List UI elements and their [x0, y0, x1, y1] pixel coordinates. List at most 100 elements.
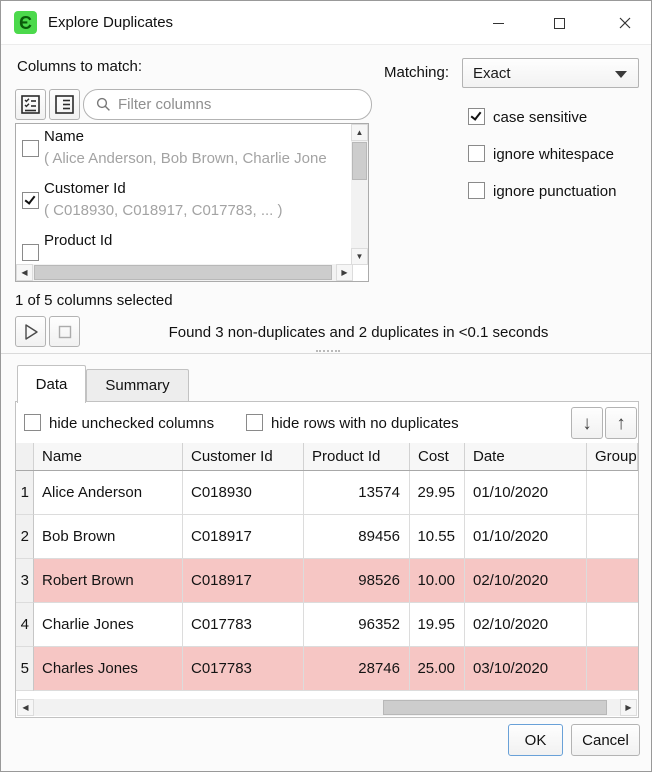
cell-name[interactable]: Bob Brown: [34, 515, 183, 559]
cell-customer-id[interactable]: C018930: [183, 471, 304, 515]
maximize-button[interactable]: [539, 8, 579, 38]
product-id-column-checkbox[interactable]: [22, 244, 39, 261]
cell-name[interactable]: Charles Jones: [34, 647, 183, 691]
cancel-button[interactable]: Cancel: [571, 724, 640, 756]
cell-product-id[interactable]: 96352: [304, 603, 410, 647]
check-all-icon: [21, 95, 40, 114]
scroll-left-icon[interactable]: [16, 264, 33, 281]
hide-unchecked-columns-label[interactable]: hide unchecked columns: [49, 415, 214, 432]
cell-group[interactable]: [587, 515, 638, 559]
cell-product-id[interactable]: 13574: [304, 471, 410, 515]
filter-columns-input[interactable]: [118, 96, 348, 113]
check-all-columns-button[interactable]: [15, 89, 46, 120]
close-button[interactable]: [605, 8, 645, 38]
ignore-punctuation-checkbox[interactable]: [468, 182, 485, 199]
cell-cost[interactable]: 19.95: [410, 603, 465, 647]
cell-customer-id[interactable]: C017783: [183, 647, 304, 691]
scroll-up-icon[interactable]: [351, 124, 368, 141]
customer-id-column-checkbox[interactable]: [22, 192, 39, 209]
row-number[interactable]: 4: [16, 603, 34, 647]
data-tab-panel: hide unchecked columns hide rows with no…: [15, 401, 639, 718]
move-down-button[interactable]: [571, 407, 603, 439]
case-sensitive-checkbox[interactable]: [468, 108, 485, 125]
cell-product-id[interactable]: 28746: [304, 647, 410, 691]
cell-cost[interactable]: 25.00: [410, 647, 465, 691]
row-number[interactable]: 5: [16, 647, 34, 691]
cell-customer-id[interactable]: C018917: [183, 559, 304, 603]
cell-customer-id[interactable]: C017783: [183, 603, 304, 647]
maximize-icon: [554, 18, 565, 29]
ignore-whitespace-checkbox[interactable]: [468, 145, 485, 162]
scrollbar-thumb[interactable]: [34, 265, 332, 280]
table-horizontal-scrollbar[interactable]: [17, 699, 637, 716]
cell-name[interactable]: Charlie Jones: [34, 603, 183, 647]
cell-date[interactable]: 01/10/2020: [465, 515, 587, 559]
case-sensitive-label[interactable]: case sensitive: [493, 109, 587, 126]
header-name[interactable]: Name: [34, 443, 183, 470]
scroll-right-icon[interactable]: [336, 264, 353, 281]
cell-cost[interactable]: 10.00: [410, 559, 465, 603]
cell-date[interactable]: 01/10/2020: [465, 471, 587, 515]
cell-group[interactable]: [587, 647, 638, 691]
minimize-button[interactable]: [478, 8, 518, 38]
filter-columns-field[interactable]: [83, 89, 372, 120]
name-column-checkbox[interactable]: [22, 140, 39, 157]
column-sample-values: ( Alice Anderson, Bob Brown, Charlie Jon…: [44, 150, 327, 167]
run-button[interactable]: [15, 316, 46, 347]
list-horizontal-scrollbar[interactable]: [16, 264, 353, 281]
table-row-duplicate: 3 Robert Brown C018917 98526 10.00 02/10…: [16, 559, 638, 603]
cell-date[interactable]: 02/10/2020: [465, 603, 587, 647]
cell-name[interactable]: Alice Anderson: [34, 471, 183, 515]
row-number[interactable]: 3: [16, 559, 34, 603]
row-number[interactable]: 2: [16, 515, 34, 559]
scroll-left-icon[interactable]: [17, 699, 34, 716]
list-vertical-scrollbar[interactable]: [351, 124, 368, 265]
tab-data[interactable]: Data: [17, 365, 86, 403]
column-name: Product Id: [44, 232, 112, 249]
cell-group[interactable]: [587, 603, 638, 647]
scroll-right-icon[interactable]: [620, 699, 637, 716]
header-customer-id[interactable]: Customer Id: [183, 443, 304, 470]
scrollbar-thumb[interactable]: [383, 700, 607, 715]
header-date[interactable]: Date: [465, 443, 587, 470]
hide-rows-no-duplicates-checkbox[interactable]: [246, 414, 263, 431]
cell-cost[interactable]: 10.55: [410, 515, 465, 559]
row-number[interactable]: 1: [16, 471, 34, 515]
splitter-handle-icon[interactable]: [316, 350, 340, 352]
matching-dropdown[interactable]: Exact: [462, 58, 639, 88]
app-logo-icon: Є: [14, 11, 37, 34]
scroll-down-icon[interactable]: [351, 248, 368, 265]
uncheck-all-columns-button[interactable]: [49, 89, 80, 120]
list-item-name[interactable]: Name ( Alice Anderson, Bob Brown, Charli…: [16, 128, 351, 176]
cell-group[interactable]: [587, 559, 638, 603]
stop-button[interactable]: [49, 316, 80, 347]
move-up-button[interactable]: [605, 407, 637, 439]
ignore-punctuation-label[interactable]: ignore punctuation: [493, 183, 616, 200]
tab-summary[interactable]: Summary: [86, 369, 189, 402]
ignore-whitespace-label[interactable]: ignore whitespace: [493, 146, 614, 163]
column-name: Customer Id: [44, 180, 126, 197]
cell-customer-id[interactable]: C018917: [183, 515, 304, 559]
cell-date[interactable]: 03/10/2020: [465, 647, 587, 691]
hide-unchecked-columns-checkbox[interactable]: [24, 414, 41, 431]
header-cost[interactable]: Cost: [410, 443, 465, 470]
splitter-divider[interactable]: [1, 353, 652, 354]
tab-label: Summary: [105, 377, 169, 394]
header-group[interactable]: Group: [587, 443, 638, 470]
columns-to-match-label: Columns to match:: [17, 58, 142, 75]
matching-value: Exact: [473, 65, 511, 82]
header-rownum[interactable]: [16, 443, 34, 470]
cell-name[interactable]: Robert Brown: [34, 559, 183, 603]
cell-cost[interactable]: 29.95: [410, 471, 465, 515]
header-product-id[interactable]: Product Id: [304, 443, 410, 470]
cell-product-id[interactable]: 98526: [304, 559, 410, 603]
scrollbar-thumb[interactable]: [352, 142, 367, 180]
cell-product-id[interactable]: 89456: [304, 515, 410, 559]
list-item-customer-id[interactable]: Customer Id ( C018930, C018917, C017783,…: [16, 180, 351, 228]
ok-button[interactable]: OK: [508, 724, 563, 756]
table-row: 2 Bob Brown C018917 89456 10.55 01/10/20…: [16, 515, 638, 559]
cell-group[interactable]: [587, 471, 638, 515]
hide-rows-no-duplicates-label[interactable]: hide rows with no duplicates: [271, 415, 459, 432]
list-item-product-id[interactable]: Product Id: [16, 232, 351, 266]
cell-date[interactable]: 02/10/2020: [465, 559, 587, 603]
